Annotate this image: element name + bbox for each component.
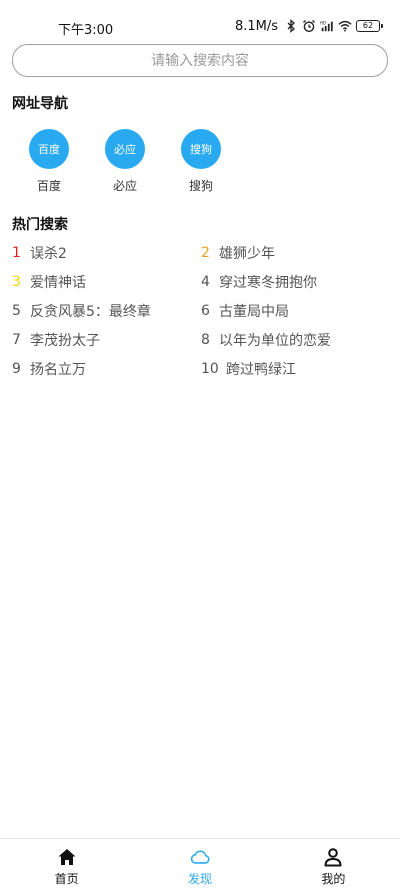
nav-item-sogou[interactable]: 搜狗 搜狗 — [181, 129, 257, 194]
wifi-icon — [338, 20, 352, 32]
tab-label-discover: 发现 — [187, 872, 212, 886]
tab-label-home: 首页 — [54, 872, 79, 886]
cloud-icon — [190, 850, 210, 864]
hot-rank: 7 — [12, 331, 21, 348]
home-icon — [58, 849, 76, 865]
hot-title: 李茂扮太子 — [30, 332, 100, 349]
hot-item[interactable]: 5 反贪风暴5：最终章 — [12, 301, 200, 320]
bing-logo[interactable]: 必应 — [105, 129, 145, 169]
hot-title: 反贪风暴5：最终章 — [30, 303, 151, 320]
status-time: 下午3:00 — [58, 23, 114, 38]
hot-item[interactable]: 1 误杀2 — [12, 243, 200, 262]
network-speed: 8.1M/s — [234, 18, 278, 34]
hot-rank: 9 — [12, 360, 21, 377]
nav-label-bing: 必应 — [112, 179, 137, 193]
baidu-logo[interactable]: 百度 — [29, 129, 69, 169]
search-input[interactable] — [13, 45, 387, 76]
hot-rank: 2 — [201, 244, 210, 261]
bluetooth-icon — [287, 19, 295, 33]
tab-discover[interactable]: 发现 — [133, 839, 266, 888]
bottom-nav: 首页 发现 我的 — [0, 838, 400, 888]
alarm-icon — [303, 20, 315, 33]
hot-title: 扬名立万 — [30, 361, 86, 378]
svg-text:HD: HD — [320, 20, 326, 25]
hot-rank: 1 — [12, 244, 21, 261]
hot-item[interactable]: 9 扬名立万 — [12, 359, 200, 378]
hot-title: 穿过寒冬拥抱你 — [219, 274, 317, 291]
signal-icon: HD — [320, 20, 333, 32]
person-icon — [324, 848, 342, 867]
status-bar: 下午3:00 8.1M/s HD 62 — [0, 0, 400, 44]
hot-item[interactable]: 7 李茂扮太子 — [12, 330, 200, 349]
hot-rank: 8 — [201, 331, 210, 348]
hot-item[interactable]: 8 以年为单位的恋爱 — [200, 330, 388, 349]
hot-item[interactable]: 4 穿过寒冬拥抱你 — [200, 272, 388, 291]
sogou-logo[interactable]: 搜狗 — [181, 129, 221, 169]
battery-icon: 62 — [356, 20, 383, 32]
tab-label-mine: 我的 — [321, 872, 346, 886]
hot-rank: 3 — [12, 273, 21, 290]
nav-section-title: 网址导航 — [12, 96, 68, 112]
hot-search-list: 1 误杀2 2 雄狮少年 3 爱情神话 4 穿过寒冬拥抱你 5 反贪风暴5：最终… — [12, 243, 388, 378]
nav-grid: 百度 百度 必应 必应 搜狗 搜狗 — [29, 129, 257, 194]
tab-mine[interactable]: 我的 — [267, 839, 400, 888]
hot-title: 误杀2 — [30, 245, 67, 262]
hot-title: 跨过鸭绿江 — [226, 361, 296, 378]
tab-home[interactable]: 首页 — [0, 839, 133, 888]
hot-item[interactable]: 10 跨过鸭绿江 — [200, 359, 388, 378]
hot-title: 古董局中局 — [219, 303, 289, 320]
status-icons: 8.1M/s HD 62 — [234, 17, 383, 35]
nav-label-baidu: 百度 — [36, 179, 61, 193]
hot-rank: 5 — [12, 302, 21, 319]
hot-item[interactable]: 6 古董局中局 — [200, 301, 388, 320]
hot-rank: 10 — [201, 360, 219, 377]
nav-item-bing[interactable]: 必应 必应 — [105, 129, 181, 194]
hot-section-title: 热门搜索 — [12, 217, 68, 233]
search-box[interactable] — [12, 44, 388, 77]
hot-title: 以年为单位的恋爱 — [219, 332, 331, 349]
hot-title: 爱情神话 — [30, 274, 86, 291]
hot-rank: 6 — [201, 302, 210, 319]
hot-item[interactable]: 3 爱情神话 — [12, 272, 200, 291]
nav-label-sogou: 搜狗 — [188, 179, 213, 193]
nav-item-baidu[interactable]: 百度 百度 — [29, 129, 105, 194]
hot-rank: 4 — [201, 273, 210, 290]
hot-title: 雄狮少年 — [219, 245, 275, 262]
hot-item[interactable]: 2 雄狮少年 — [200, 243, 388, 262]
